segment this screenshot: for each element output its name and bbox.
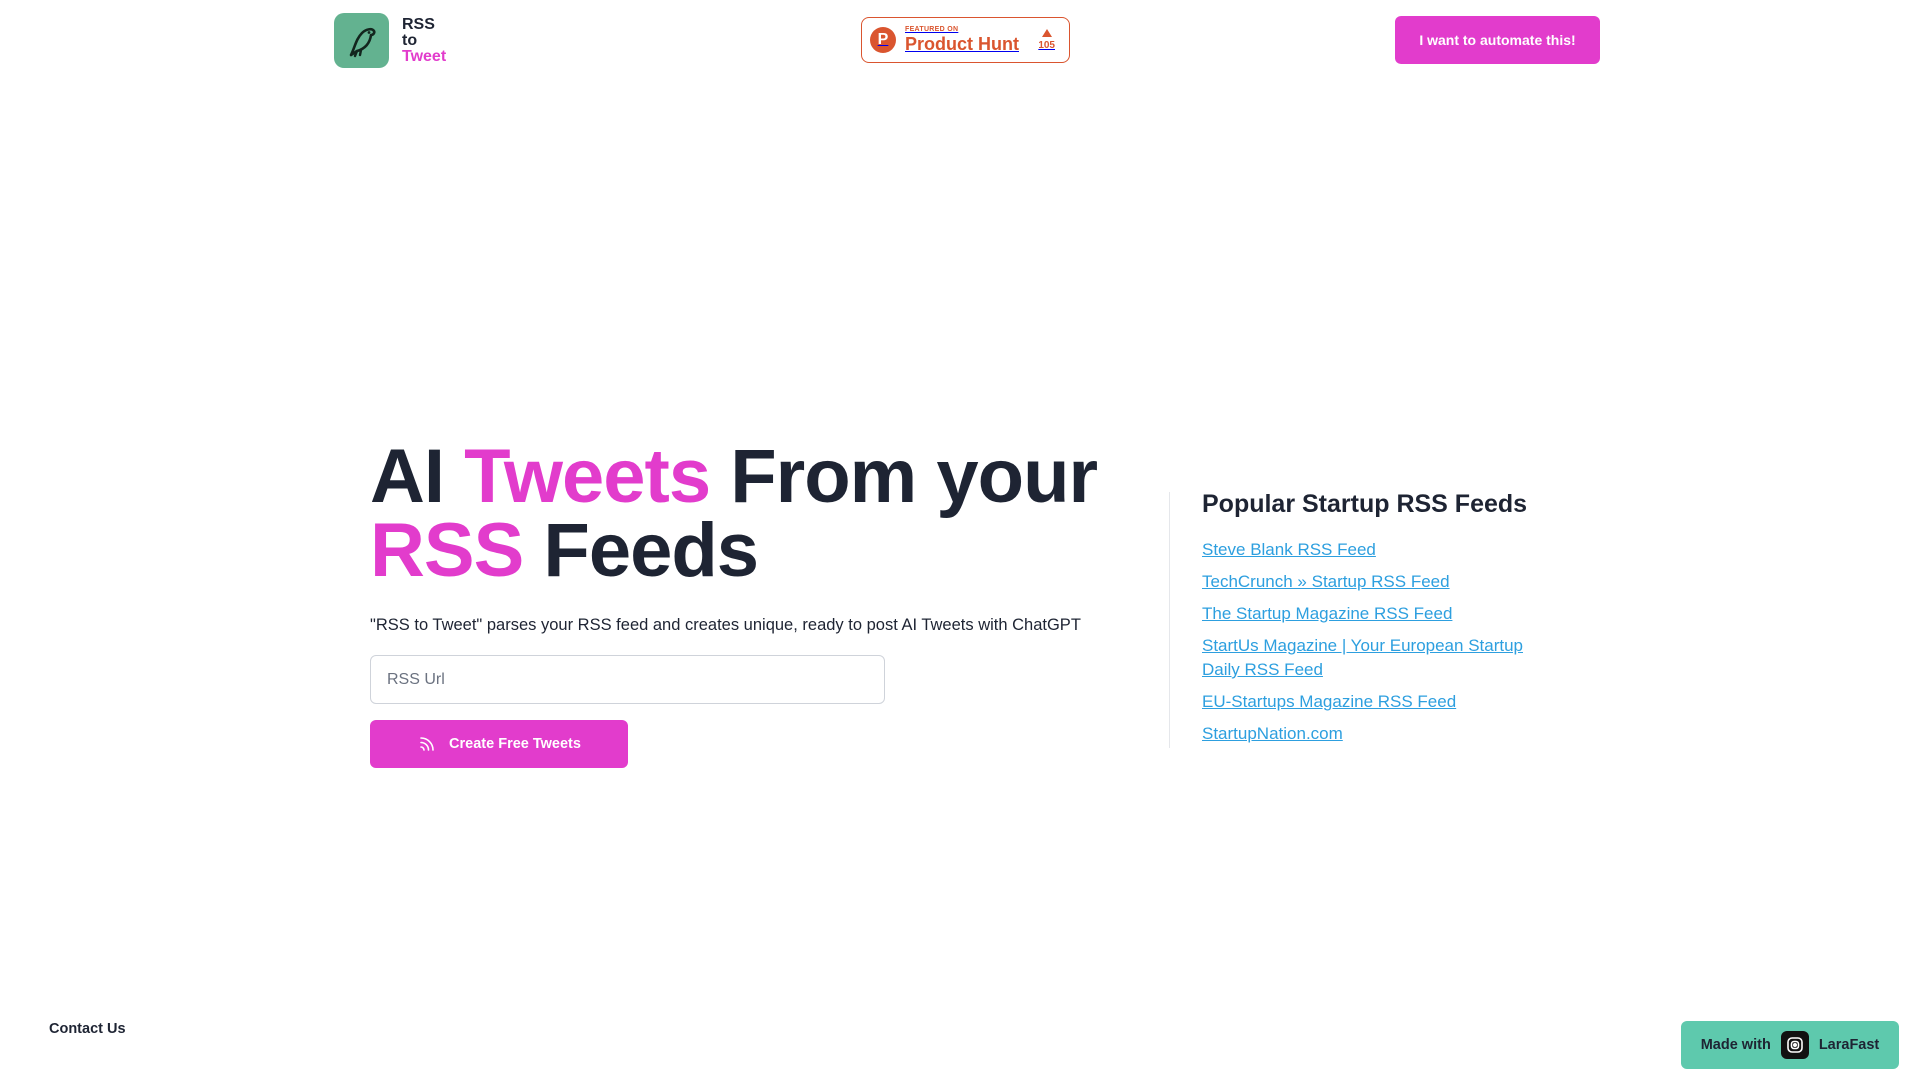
product-hunt-name: Product Hunt	[905, 34, 1019, 54]
create-free-tweets-button[interactable]: Create Free Tweets	[370, 720, 628, 768]
larafast-icon	[1780, 1031, 1809, 1059]
hero-title-part3: Feeds	[523, 508, 759, 593]
product-hunt-badge[interactable]: P FEATURED ON Product Hunt 105	[861, 17, 1070, 63]
product-hunt-featured: FEATURED ON	[905, 26, 959, 33]
list-item: StartUs Magazine | Your European Startup…	[1202, 634, 1562, 682]
bird-icon	[334, 13, 389, 68]
feed-link-startus-magazine[interactable]: StartUs Magazine | Your European Startup…	[1202, 636, 1523, 679]
list-item: Steve Blank RSS Feed	[1202, 538, 1562, 562]
list-item: StartupNation.com	[1202, 722, 1562, 746]
list-item: EU-Startups Magazine RSS Feed	[1202, 690, 1562, 714]
logo-line-to: to	[402, 31, 418, 49]
hero-title-part2: From your	[710, 434, 1098, 519]
hero-title-accent-rss: RSS	[370, 508, 524, 593]
feed-link-startupnation[interactable]: StartupNation.com	[1202, 724, 1343, 743]
logo-line-rss: RSS	[402, 15, 435, 33]
larafast-brand: LaraFast	[1818, 1037, 1880, 1053]
logo-link[interactable]: RSS to Tweet	[334, 13, 446, 68]
upvote-arrow-icon	[1041, 29, 1052, 37]
feed-link-steve-blank[interactable]: Steve Blank RSS Feed	[1202, 540, 1376, 559]
feed-link-techcrunch[interactable]: TechCrunch » Startup RSS Feed	[1202, 572, 1450, 591]
rss-icon	[417, 734, 437, 754]
rss-url-input[interactable]	[370, 655, 885, 704]
popular-feeds-list: Steve Blank RSS Feed TechCrunch » Startu…	[1202, 538, 1562, 754]
hero-description: "RSS to Tweet" parses your RSS feed and …	[370, 616, 1081, 634]
made-with-label: Made with	[1700, 1037, 1771, 1053]
hero-title: AI Tweets From your RSS Feeds	[370, 439, 1150, 589]
popular-feeds-title: Popular Startup RSS Feeds	[1202, 490, 1528, 518]
made-with-larafast-badge[interactable]: Made with LaraFast	[1681, 1021, 1899, 1069]
feed-link-startup-magazine[interactable]: The Startup Magazine RSS Feed	[1202, 604, 1452, 623]
logo-text: RSS to Tweet	[402, 15, 447, 65]
hero-title-accent-tweets: Tweets	[464, 434, 711, 519]
product-hunt-icon: P	[870, 27, 896, 53]
product-hunt-text: FEATURED ON Product Hunt	[905, 26, 1019, 54]
contact-us-link[interactable]: Contact Us	[49, 1021, 126, 1037]
automate-button[interactable]: I want to automate this!	[1395, 16, 1600, 64]
feed-link-eu-startups[interactable]: EU-Startups Magazine RSS Feed	[1202, 692, 1456, 711]
logo-line-tweet: Tweet	[402, 47, 447, 65]
list-item: The Startup Magazine RSS Feed	[1202, 602, 1562, 626]
hero-title-part1: AI	[370, 434, 465, 519]
create-free-tweets-label: Create Free Tweets	[449, 736, 581, 752]
list-item: TechCrunch » Startup RSS Feed	[1202, 570, 1562, 594]
product-hunt-vote-count: 105	[1038, 40, 1055, 51]
product-hunt-votes: 105	[1038, 29, 1055, 51]
vertical-divider	[1169, 492, 1170, 748]
